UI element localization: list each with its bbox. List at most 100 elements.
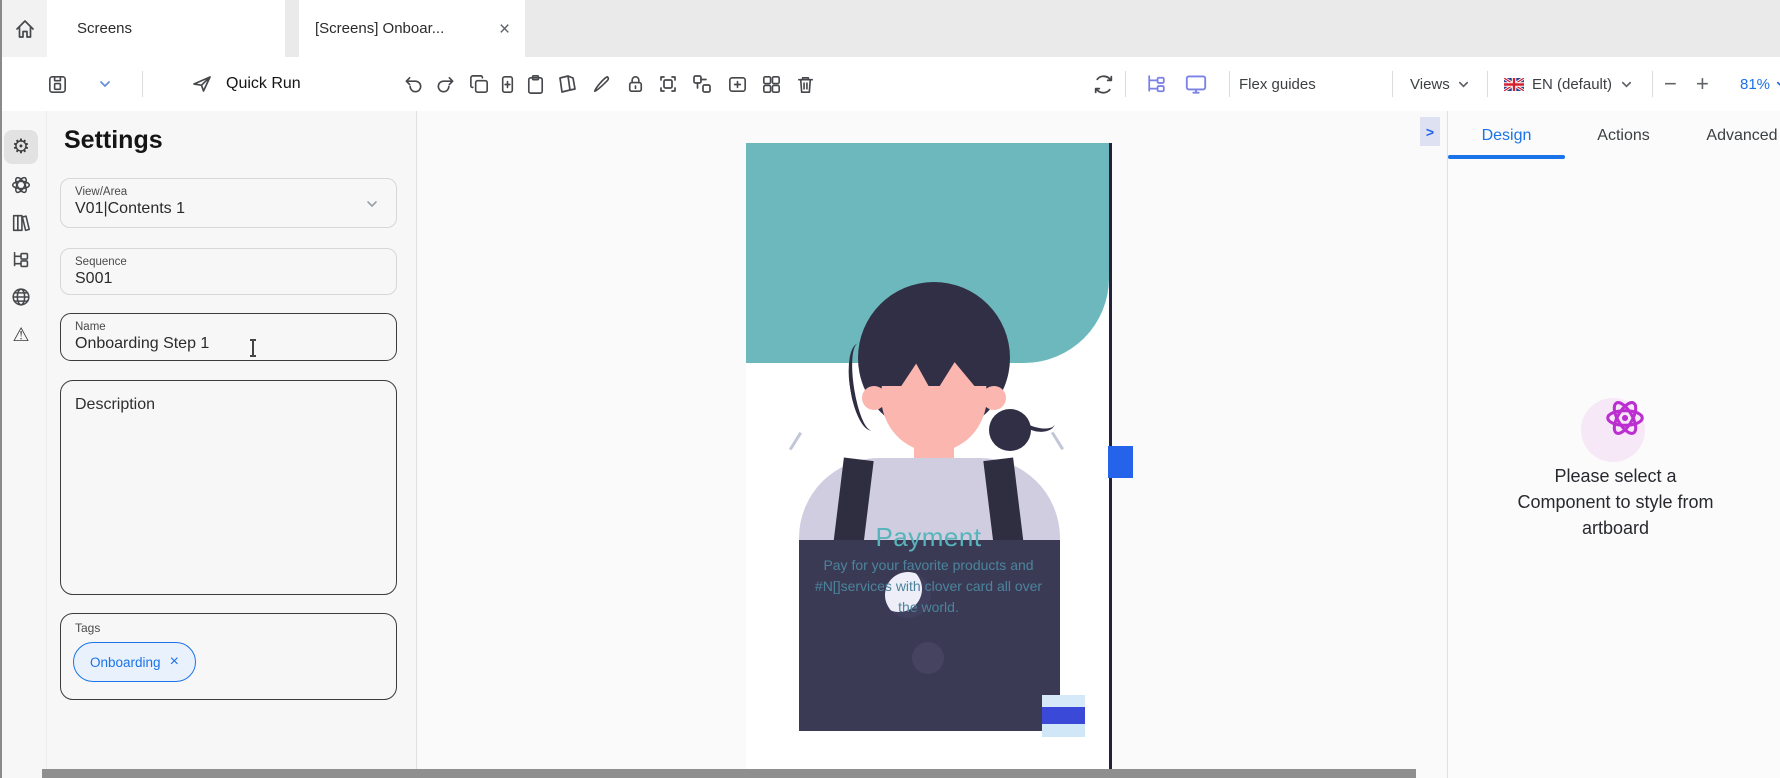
views-dropdown[interactable]: Views bbox=[1410, 57, 1470, 111]
name-field[interactable]: Name Onboarding Step 1 bbox=[60, 313, 397, 361]
sync-button[interactable] bbox=[1091, 57, 1116, 111]
placeholder-line: Component to style from bbox=[1488, 489, 1743, 515]
rail-item-library[interactable] bbox=[4, 206, 38, 240]
copy-button[interactable] bbox=[468, 57, 491, 111]
delete-button[interactable] bbox=[794, 57, 817, 111]
artboard-body-line: the world. bbox=[776, 597, 1081, 618]
paste-button[interactable] bbox=[524, 57, 547, 111]
description-field[interactable]: Description bbox=[60, 380, 397, 595]
tags-label: Tags bbox=[75, 621, 382, 635]
tree-view-button[interactable] bbox=[1144, 57, 1169, 111]
new-folder-button[interactable] bbox=[726, 57, 749, 111]
artboard-body-line: Pay for your favorite products and bbox=[776, 555, 1081, 576]
quick-run-button[interactable]: Quick Run bbox=[190, 57, 301, 111]
quick-run-label: Quick Run bbox=[226, 75, 301, 93]
add-frame-icon bbox=[726, 73, 749, 96]
brush-icon bbox=[590, 73, 613, 96]
illustration-bangs bbox=[874, 334, 998, 386]
horizontal-scrollbar[interactable] bbox=[42, 769, 1416, 778]
canvas[interactable]: Payment Pay for your favorite products a… bbox=[417, 111, 1447, 778]
toolbar-divider bbox=[1229, 71, 1230, 97]
illustration-circle bbox=[912, 642, 944, 674]
rail-item-tree[interactable] bbox=[4, 243, 38, 277]
style-button[interactable] bbox=[590, 57, 613, 111]
lock-icon bbox=[624, 73, 647, 96]
home-button[interactable] bbox=[2, 0, 48, 57]
rail-item-components[interactable] bbox=[4, 168, 38, 202]
paste-icon bbox=[524, 73, 547, 96]
language-dropdown[interactable]: EN (default) bbox=[1504, 57, 1633, 111]
tab-actions-label: Actions bbox=[1597, 127, 1649, 145]
zoom-out-button[interactable]: − bbox=[1664, 57, 1677, 111]
save-button[interactable] bbox=[46, 57, 69, 111]
tab-screens-onboarding[interactable]: [Screens] Onboar... × bbox=[299, 0, 525, 57]
group-button[interactable] bbox=[656, 57, 680, 111]
toolbar-divider bbox=[1652, 71, 1653, 97]
illustration-accent-line bbox=[789, 432, 802, 450]
view-area-label: View/Area bbox=[75, 186, 382, 198]
toolbar-divider bbox=[1487, 71, 1488, 97]
zoom-level-value: 81% bbox=[1740, 76, 1770, 93]
artboard-body: Pay for your favorite products and #N[]s… bbox=[776, 555, 1081, 618]
left-rail: ⚙ bbox=[2, 111, 47, 778]
sequence-field[interactable]: Sequence S001 bbox=[60, 248, 397, 295]
panel-expand-button[interactable]: > bbox=[1420, 117, 1440, 146]
placeholder-line: Please select a bbox=[1488, 463, 1743, 489]
tag-remove-icon[interactable]: × bbox=[170, 654, 179, 670]
tag-chip[interactable]: Onboarding × bbox=[73, 642, 196, 682]
sequence-label: Sequence bbox=[75, 256, 382, 268]
language-label: EN (default) bbox=[1532, 76, 1612, 93]
name-value: Onboarding Step 1 bbox=[75, 335, 382, 353]
active-tab-underline bbox=[1448, 155, 1565, 159]
duplicate-button[interactable] bbox=[496, 57, 519, 111]
run-icon bbox=[190, 72, 214, 96]
rail-item-settings[interactable]: ⚙ bbox=[4, 130, 38, 164]
app-window: Screens × [Screens] Onboar... × Quick Ru… bbox=[0, 0, 1780, 778]
ungroup-button[interactable] bbox=[690, 57, 714, 111]
theme-button[interactable] bbox=[556, 57, 580, 111]
selection-handle[interactable] bbox=[1108, 446, 1133, 478]
artboard-flag-element bbox=[1042, 695, 1085, 737]
toolbar-divider bbox=[1392, 71, 1393, 97]
tab-advanced-label: Advanced bbox=[1706, 127, 1777, 145]
redo-button[interactable] bbox=[434, 57, 457, 111]
rail-item-globe[interactable] bbox=[4, 280, 38, 314]
zoom-in-button[interactable]: + bbox=[1696, 57, 1709, 111]
tags-field[interactable]: Tags Onboarding × bbox=[60, 613, 397, 700]
copy-icon bbox=[468, 73, 491, 96]
undo-button[interactable] bbox=[402, 57, 425, 111]
close-icon[interactable]: × bbox=[499, 20, 510, 39]
text-cursor bbox=[249, 339, 257, 357]
toolbar-divider bbox=[142, 71, 143, 97]
tab-design[interactable]: Design bbox=[1448, 111, 1565, 160]
ungroup-icon bbox=[690, 72, 714, 96]
rail-item-issues[interactable]: ⚠ bbox=[4, 318, 38, 352]
duplicate-icon bbox=[496, 73, 519, 96]
lock-button[interactable] bbox=[624, 57, 647, 111]
chevron-down-icon bbox=[1620, 78, 1633, 91]
save-options-button[interactable] bbox=[98, 57, 112, 111]
illustration-accent-line bbox=[1051, 432, 1064, 450]
tab-label: [Screens] Onboar... bbox=[315, 20, 444, 37]
preview-button[interactable] bbox=[1183, 57, 1209, 111]
settings-panel: Settings View/Area V01|Contents 1 Sequen… bbox=[47, 111, 417, 778]
tab-actions[interactable]: Actions bbox=[1565, 111, 1682, 160]
description-placeholder: Description bbox=[75, 396, 382, 414]
palette-icon bbox=[556, 72, 580, 96]
artboard-phone[interactable]: Payment Pay for your favorite products a… bbox=[746, 143, 1111, 778]
library-icon bbox=[10, 212, 32, 234]
save-icon bbox=[46, 73, 69, 96]
layout-grid-button[interactable] bbox=[760, 57, 783, 111]
view-area-field[interactable]: View/Area V01|Contents 1 bbox=[60, 178, 397, 228]
placeholder-message: Please select a Component to style from … bbox=[1488, 463, 1743, 541]
hierarchy-icon bbox=[1144, 72, 1169, 97]
zoom-level-dropdown[interactable]: 81% bbox=[1740, 57, 1780, 111]
undo-icon bbox=[402, 73, 425, 96]
warning-icon: ⚠ bbox=[12, 326, 29, 345]
atom-icon bbox=[1602, 395, 1648, 441]
view-area-value: V01|Contents 1 bbox=[75, 200, 382, 218]
tab-advanced[interactable]: Advanced bbox=[1682, 111, 1780, 160]
tab-screens[interactable]: Screens × bbox=[47, 0, 285, 57]
tab-bar: Screens × [Screens] Onboar... × bbox=[2, 0, 1780, 58]
chevron-down-icon bbox=[365, 197, 379, 211]
